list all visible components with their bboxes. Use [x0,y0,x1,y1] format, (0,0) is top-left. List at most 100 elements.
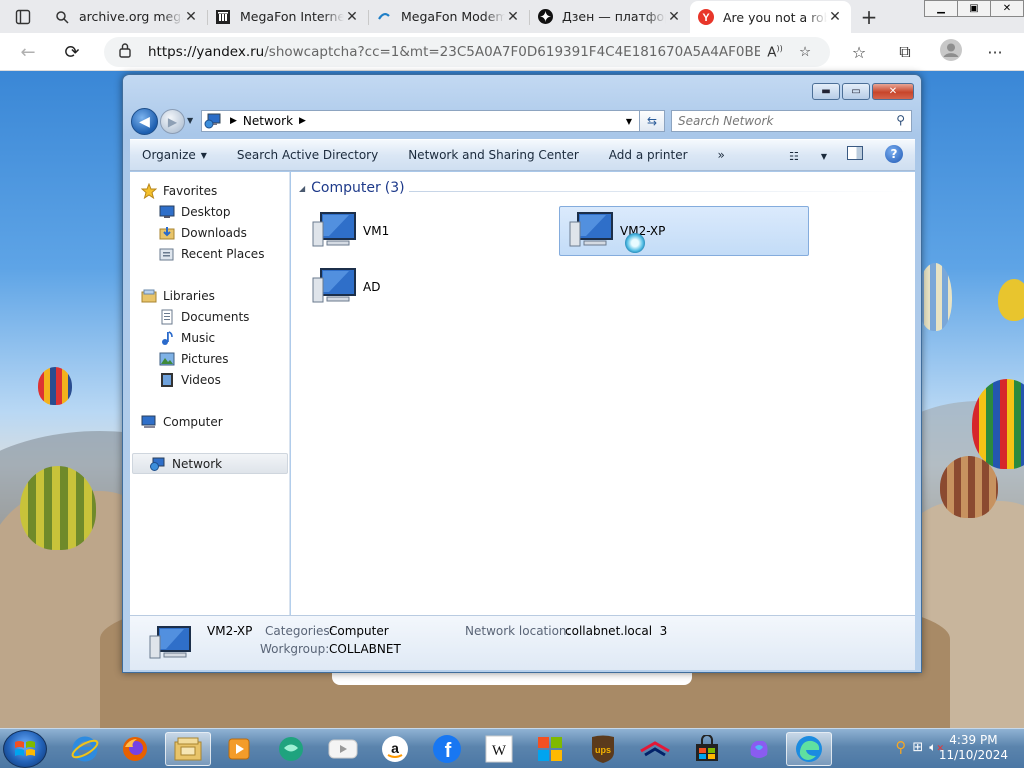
preview-pane-button[interactable] [847,146,863,160]
tab-title: MegaFon Modem [401,9,505,24]
search-input[interactable]: Search Network ⚲ [671,110,912,132]
nav-libraries[interactable]: Libraries [140,285,298,306]
collections-button[interactable]: ⧉ [888,37,922,67]
computer-item-vm2-xp[interactable]: VM2-XP [559,206,809,256]
back-button[interactable]: ← [10,36,46,68]
new-tab-button[interactable]: + [851,1,887,33]
read-aloud-icon[interactable]: A)) [760,44,790,61]
maximize-icon: ▭ [851,86,861,97]
browser-tab-5[interactable]: Y Are you not a robot? ✕ [690,0,851,34]
microsoft-icon [538,737,562,761]
taskbar-bank-of-america[interactable] [632,732,678,766]
network-icon [149,456,166,472]
taskbar-store[interactable] [684,732,730,766]
back-button[interactable]: ◀ [131,108,158,135]
close-tab-icon[interactable]: ✕ [666,9,682,25]
reload-button[interactable]: ⟳ [54,36,90,68]
svg-text:a: a [391,740,399,756]
computer-item-ad[interactable]: AD [303,262,553,312]
minimize-button[interactable]: ▬ [812,83,840,100]
add-printer-button[interactable]: Add a printer [594,142,703,168]
documents-icon [158,309,175,325]
nav-network[interactable]: Network [132,453,288,474]
add-favorite-icon[interactable]: ☆ [790,44,820,60]
refresh-icon: ⇆ [646,114,658,128]
group-header-computer[interactable]: ◢ Computer (3) [299,180,405,196]
refresh-button[interactable]: ⇆ [639,110,665,132]
taskbar-edge[interactable] [786,732,832,766]
tab-actions-button[interactable] [0,0,46,33]
settings-menu-button[interactable]: ··· [978,37,1012,67]
address-bar[interactable]: https://yandex.ru/showcaptcha?cc=1&mt=23… [104,37,830,67]
taskbar-copilot[interactable] [736,732,782,766]
nav-computer[interactable]: Computer [140,411,298,432]
browser-tab-4[interactable]: Дзен — платформа ✕ [529,1,690,33]
computer-icon [309,266,357,308]
megafon-icon [376,9,392,25]
recent-places-icon [158,246,175,262]
help-button[interactable]: ? [885,145,903,163]
plus-icon: + [860,4,878,29]
favorites-button[interactable]: ☆ [842,37,876,67]
minimize-button[interactable]: ▁ [924,0,958,17]
organize-button[interactable]: Organize ▼ [130,142,222,168]
recent-pages-dropdown[interactable]: ▼ [187,116,193,125]
taskbar-youtube[interactable] [320,732,366,766]
taskbar-facebook[interactable]: f [424,732,470,766]
taskbar-wikipedia[interactable]: W [476,732,522,766]
details-name: VM2-XP [207,624,253,638]
close-tab-icon[interactable]: ✕ [183,9,199,25]
network-sharing-center-button[interactable]: Network and Sharing Center [393,142,594,168]
maximize-button[interactable]: ▣ [957,0,991,17]
url-host: https://yandex.ru [148,44,265,60]
search-tray-icon[interactable]: ⚲ [895,738,906,756]
forward-button[interactable]: ▶ [160,109,185,134]
taskbar-explorer[interactable] [165,732,211,766]
nav-favorites[interactable]: Favorites [140,180,298,201]
close-button[interactable]: ✕ [872,83,914,100]
taskbar-firefox[interactable] [112,732,158,766]
balloon-image [918,263,952,331]
collapse-icon[interactable]: ◢ [299,184,305,193]
tab-actions-icon [15,9,31,24]
breadcrumb-arrow-icon[interactable]: ▶ [299,116,306,126]
browser-tab-1[interactable]: archive.org megafon ✕ [46,1,207,33]
taskbar-microsoft[interactable] [527,732,573,766]
change-view-button[interactable]: ☷ ▼ [789,145,827,167]
breadcrumb-arrow-icon[interactable]: ▶ [230,116,237,126]
taskbar-media-player[interactable] [216,732,262,766]
browser-tab-3[interactable]: MegaFon Modem ✕ [368,1,529,33]
profile-button[interactable] [934,37,968,67]
browser-tab-2[interactable]: MegaFon Internet ✕ [207,1,368,33]
search-icon[interactable]: ⚲ [896,113,905,127]
maximize-button[interactable]: ▭ [842,83,870,100]
close-tab-icon[interactable]: ✕ [344,9,360,25]
network-tray-icon[interactable]: ⊞ [912,740,923,755]
organize-label: Organize [142,148,196,162]
explorer-icon [174,737,202,761]
taskbar-amazon[interactable]: a [372,732,418,766]
clock-time: 4:39 PM [949,733,998,747]
windows-logo-icon [15,741,35,756]
taskbar-ie[interactable] [62,732,108,766]
taskbar-chat[interactable] [268,732,314,766]
taskbar-ups[interactable]: ups [580,732,626,766]
browser-page-fragment [332,671,692,685]
address-bar[interactable]: ▶ Network ▶ ▼ [201,110,665,132]
search-active-directory-button[interactable]: Search Active Directory [222,142,393,168]
content-pane: ◢ Computer (3) VM1 VM2-XP AD [291,172,915,615]
details-netloc-label: Network location: [465,624,571,638]
close-button[interactable]: ✕ [990,0,1024,17]
svg-text:f: f [445,740,452,762]
close-tab-icon[interactable]: ✕ [827,9,843,25]
breadcrumb-network[interactable]: Network [243,114,293,128]
close-tab-icon[interactable]: ✕ [505,9,521,25]
computer-icon [309,210,357,252]
more-commands-button[interactable]: » [703,142,740,168]
system-clock[interactable]: 4:39 PM 11/10/2024 [939,733,1008,763]
nav-label: Computer [163,414,223,429]
computer-item-vm1[interactable]: VM1 [303,206,553,256]
chat-icon [279,737,303,761]
address-dropdown-icon[interactable]: ▼ [626,117,632,126]
start-button[interactable] [3,730,47,768]
